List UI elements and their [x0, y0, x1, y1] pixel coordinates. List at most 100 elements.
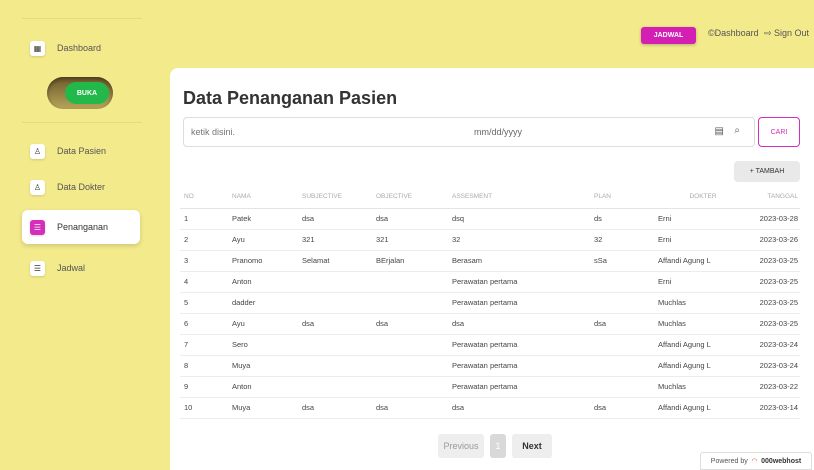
- cell-subjective: dsa: [302, 208, 376, 230]
- sidebar-item-label: Dashboard: [57, 43, 102, 53]
- sidebar-item-data-pasien[interactable]: ♙ Data Pasien: [22, 136, 140, 166]
- powered-by-brand: 000webhost: [761, 457, 802, 465]
- jadwal-button[interactable]: JADWAL: [641, 27, 696, 44]
- cell-no: 4: [180, 271, 232, 293]
- dashboard-icon: ▦: [30, 40, 45, 56]
- cell-objective: [376, 271, 452, 293]
- cell-subjective: [302, 292, 376, 314]
- sidebar-item-dashboard[interactable]: ▦ Dashboard: [22, 33, 140, 63]
- sidebar-item-penanganan[interactable]: ☰ Penanganan: [22, 210, 140, 244]
- cell-tanggal: 2023-03-24: [748, 334, 800, 356]
- cell-dokter: Affandi Agung L: [658, 334, 748, 356]
- cell-nama: dadder: [232, 292, 302, 314]
- cell-no: 8: [180, 355, 232, 377]
- column-header-nama: NAMA: [232, 185, 302, 209]
- cell-plan: [594, 292, 658, 314]
- toggle-switch[interactable]: BUKA: [47, 77, 113, 109]
- user-plus-icon: ♙: [30, 179, 45, 195]
- page-title: Data Penanganan Pasien: [183, 88, 398, 108]
- column-header-subjective: SUBJECTIVE: [302, 185, 376, 209]
- sidebar-item-label: Data Dokter: [57, 182, 106, 192]
- cell-dokter: Affandi Agung L: [658, 397, 748, 419]
- toggle-buka-button[interactable]: BUKA: [65, 82, 109, 104]
- cell-tanggal: 2023-03-25: [748, 271, 800, 293]
- cell-nama: Ayu: [232, 229, 302, 251]
- sidebar: ▦ Dashboard BUKA ♙ Data Pasien ♙ Data Do…: [0, 0, 170, 470]
- table-row[interactable]: 10 Muya dsa dsa dsa dsa Affandi Agung L 2023-03…: [180, 397, 800, 419]
- cell-plan: ds: [594, 208, 658, 230]
- cell-no: 5: [180, 292, 232, 314]
- tambah-button[interactable]: + TAMBAH: [734, 161, 800, 182]
- cell-tanggal: 2023-03-25: [748, 250, 800, 272]
- sign-out-link[interactable]: ⇨ Sign Out: [764, 28, 809, 39]
- table-row[interactable]: 2 Ayu 321 321 32 32 Erni 2023-03-26: [180, 229, 800, 251]
- cell-nama: Patek: [232, 208, 302, 230]
- cell-objective: [376, 334, 452, 356]
- cell-plan: dsa: [594, 397, 658, 419]
- list-icon: ☰: [30, 219, 45, 235]
- cell-plan: [594, 355, 658, 377]
- cell-plan: 32: [594, 229, 658, 251]
- dashboard-link[interactable]: ©Dashboard: [708, 28, 759, 38]
- cell-plan: [594, 271, 658, 293]
- cell-objective: [376, 355, 452, 377]
- cell-subjective: dsa: [302, 313, 376, 335]
- cell-assesment: dsq: [452, 208, 594, 230]
- search-input[interactable]: [191, 127, 308, 137]
- page-1-button[interactable]: 1: [490, 434, 506, 458]
- cell-nama: Sero: [232, 334, 302, 356]
- powered-by-badge[interactable]: Powered by ◠ 000webhost: [700, 452, 812, 470]
- cell-tanggal: 2023-03-25: [748, 292, 800, 314]
- table-header-row: NO NAMA SUBJECTIVE OBJECTIVE ASSESMENT P…: [180, 185, 800, 209]
- search-icon[interactable]: ⌕: [734, 125, 740, 136]
- next-button[interactable]: Next: [512, 434, 552, 458]
- cell-subjective: [302, 376, 376, 398]
- cell-dokter: Affandi Agung L: [658, 355, 748, 377]
- table-row[interactable]: 6 Ayu dsa dsa dsa dsa Muchlas 2023-03-25: [180, 313, 800, 335]
- table-row[interactable]: 8 Muya Perawatan pertama Affandi Agung L 202…: [180, 355, 800, 377]
- cell-no: 2: [180, 229, 232, 251]
- cell-subjective: dsa: [302, 397, 376, 419]
- cell-tanggal: 2023-03-25: [748, 313, 800, 335]
- table-row[interactable]: 5 dadder Perawatan pertama Muchlas 2023-03-2…: [180, 292, 800, 314]
- column-header-objective: OBJECTIVE: [376, 185, 452, 209]
- date-input[interactable]: mm/dd/yyyy: [474, 127, 522, 137]
- powered-by-label: Powered by: [710, 457, 748, 465]
- cell-assesment: Perawatan pertama: [452, 376, 594, 398]
- table-row[interactable]: 4 Anton Perawatan pertama Erni 2023-03-25: [180, 271, 800, 293]
- cell-nama: Ayu: [232, 313, 302, 335]
- cell-subjective: [302, 334, 376, 356]
- cell-assesment: dsa: [452, 397, 594, 419]
- table-row[interactable]: 1 Patek dsa dsa dsq ds Erni 2023-03-28: [180, 208, 800, 230]
- column-header-tanggal: TANGGAL: [748, 185, 800, 209]
- cell-dokter: Erni: [658, 229, 748, 251]
- cell-no: 10: [180, 397, 232, 419]
- previous-button[interactable]: Previous: [438, 434, 484, 458]
- cell-objective: [376, 376, 452, 398]
- sidebar-item-label: Penanganan: [57, 222, 109, 232]
- cari-button[interactable]: CARI: [758, 117, 800, 147]
- cell-no: 1: [180, 208, 232, 230]
- sidebar-item-label: Data Pasien: [57, 146, 107, 156]
- cell-objective: dsa: [376, 397, 452, 419]
- cell-subjective: [302, 271, 376, 293]
- cell-plan: [594, 376, 658, 398]
- list-icon: ☰: [30, 260, 45, 276]
- cell-objective: BErjalan: [376, 250, 452, 272]
- cell-nama: Pranomo: [232, 250, 302, 272]
- cell-tanggal: 2023-03-24: [748, 355, 800, 377]
- cell-nama: Anton: [232, 376, 302, 398]
- table-row[interactable]: 9 Anton Perawatan pertama Muchlas 2023-03-22: [180, 376, 800, 398]
- cell-subjective: [302, 355, 376, 377]
- calendar-icon[interactable]: ▤: [715, 126, 724, 137]
- cell-nama: Muya: [232, 397, 302, 419]
- cell-dokter: Erni: [658, 208, 748, 230]
- cell-tanggal: 2023-03-28: [748, 208, 800, 230]
- cell-subjective: Selamat: [302, 250, 376, 272]
- table-row[interactable]: 7 Sero Perawatan pertama Affandi Agung L 202…: [180, 334, 800, 356]
- sidebar-item-jadwal[interactable]: ☰ Jadwal: [22, 253, 140, 283]
- sidebar-divider-top: [22, 18, 142, 19]
- sidebar-item-data-dokter[interactable]: ♙ Data Dokter: [22, 172, 140, 202]
- user-plus-icon: ♙: [30, 143, 45, 159]
- table-row[interactable]: 3 Pranomo Selamat BErjalan Berasam sSa Affandi…: [180, 250, 800, 272]
